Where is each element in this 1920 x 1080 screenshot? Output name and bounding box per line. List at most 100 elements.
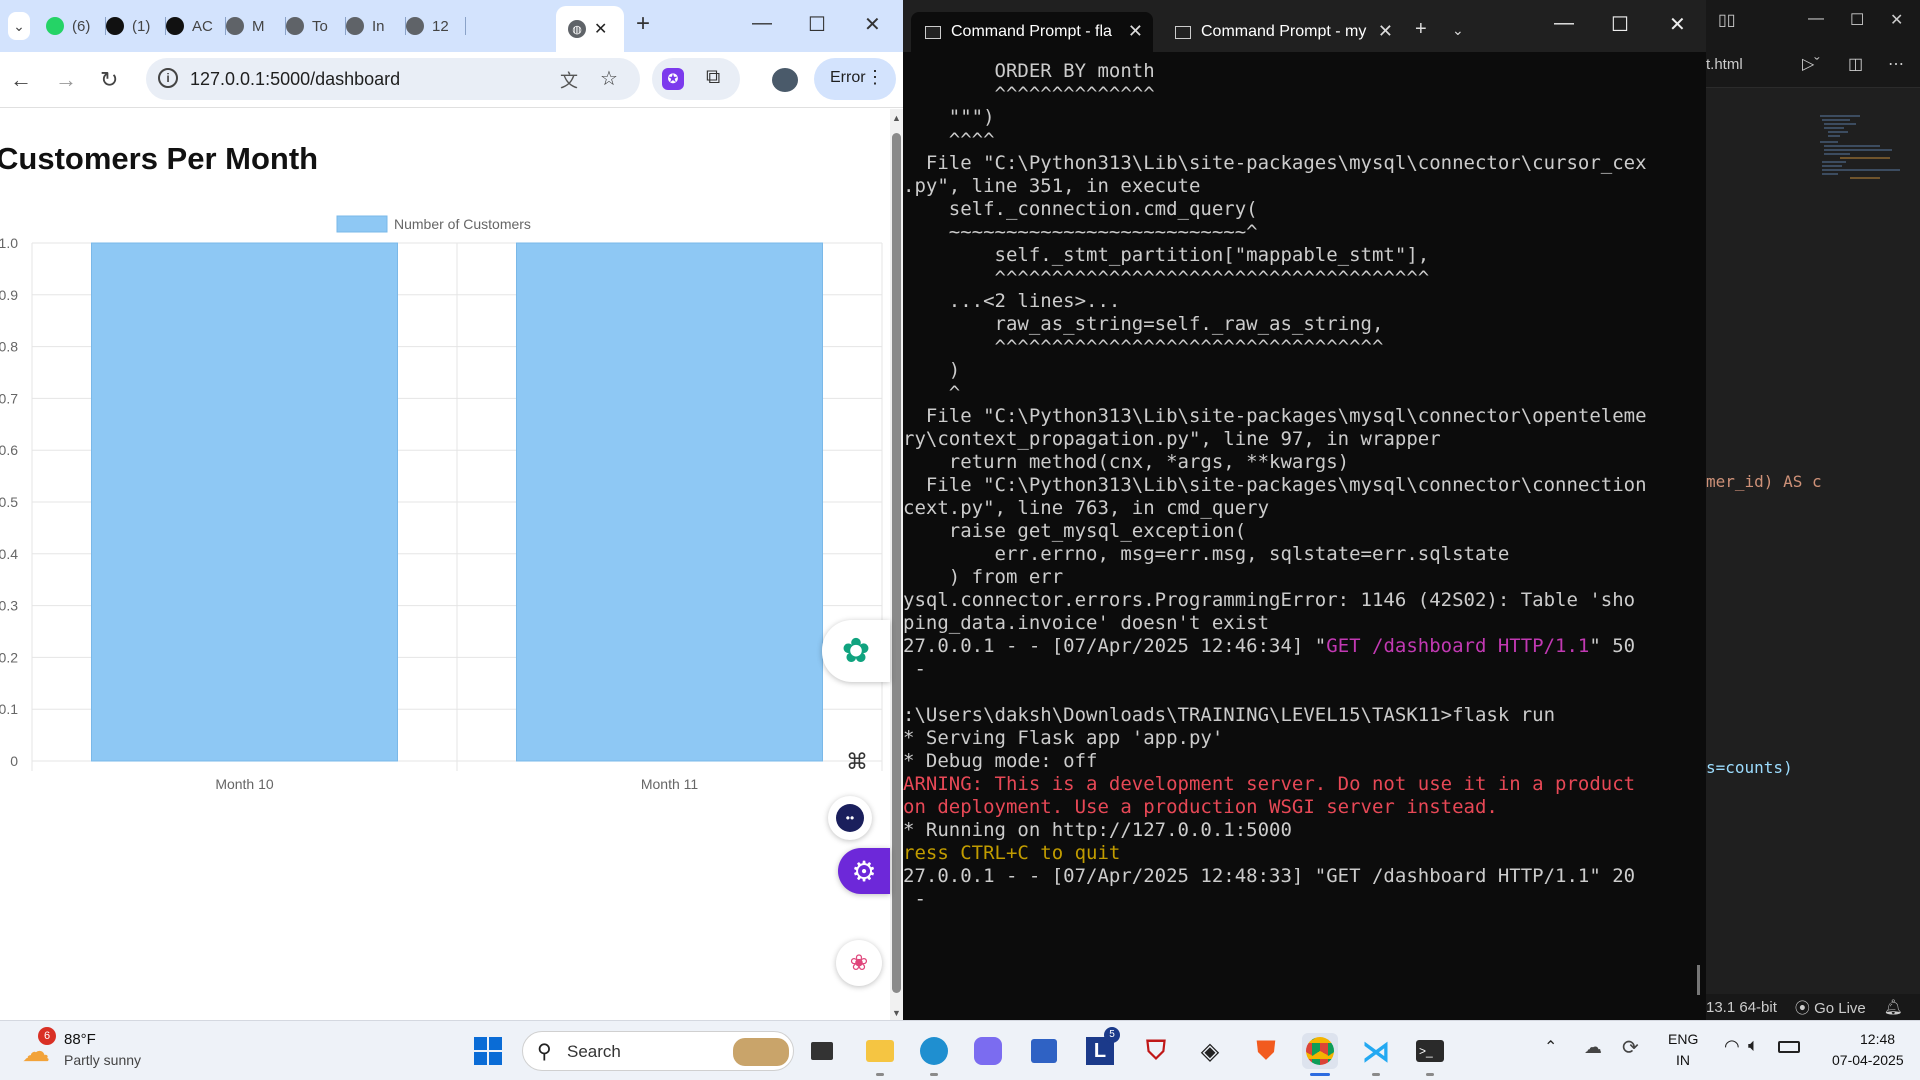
tab-close-icon[interactable]: ✕ xyxy=(1128,21,1143,42)
tab-close-icon[interactable]: ✕ xyxy=(594,19,607,39)
terminal-output[interactable]: ORDER BY month ^^^^^^^^^^^^^^ """) ^^^^ … xyxy=(903,60,1696,911)
back-icon[interactable]: ← xyxy=(10,67,32,93)
go-live-status[interactable]: ⦿ Go Live xyxy=(1795,997,1866,1018)
y-tick-label: 0.7 xyxy=(0,390,18,406)
close-icon[interactable]: ✕ xyxy=(1890,10,1903,30)
maximize-icon[interactable]: ☐ xyxy=(808,12,826,37)
browser-tab[interactable]: 12 xyxy=(406,8,466,44)
log-request: GET /dashboard HTTP/1.1 xyxy=(1326,635,1590,657)
terminal-line: File "C:\Python313\Lib\site-packages\mys… xyxy=(903,405,1647,427)
layout-toggle-icon[interactable]: ▯▯ xyxy=(1718,10,1736,30)
chevron-up-icon[interactable]: ⌃ xyxy=(1544,1037,1557,1057)
terminal-tab-flask[interactable]: Command Prompt - fla ✕ xyxy=(911,12,1153,52)
chrome-button[interactable] xyxy=(1302,1033,1338,1069)
dropbox-button[interactable]: ◈ xyxy=(1192,1033,1228,1069)
edge-button[interactable] xyxy=(916,1033,952,1069)
chatgpt-sidebar-button[interactable]: ✿ xyxy=(822,620,890,682)
scroll-up-icon[interactable]: ▲ xyxy=(892,113,901,123)
reload-icon[interactable]: ↻ xyxy=(100,67,118,93)
terminal-button[interactable]: >_ xyxy=(1412,1033,1448,1069)
chevron-down-icon[interactable]: ⌄ xyxy=(1452,22,1464,39)
shortcut-button[interactable]: ⌘ xyxy=(832,740,882,784)
bookmark-star-icon[interactable]: ☆ xyxy=(600,66,618,91)
terminal-tab-label: Command Prompt - fla xyxy=(951,23,1112,40)
scrollbar-thumb[interactable] xyxy=(892,133,901,993)
browser-tab[interactable]: (6) xyxy=(46,8,106,44)
tab-separator xyxy=(465,17,466,35)
page-scrollbar[interactable]: ▲ ▼ xyxy=(890,109,903,1020)
close-icon[interactable]: ✕ xyxy=(864,12,881,37)
site-info-icon[interactable]: i xyxy=(158,68,178,88)
split-editor-icon[interactable]: ◫ xyxy=(1848,54,1863,74)
vscode-button[interactable]: ⋊ xyxy=(1358,1033,1394,1069)
brave-button[interactable]: ⛊ xyxy=(1248,1033,1284,1069)
file-explorer-button[interactable] xyxy=(862,1033,898,1069)
lockdown-app-button[interactable]: L 5 xyxy=(1082,1027,1120,1069)
brain-ai-button[interactable]: ❀ xyxy=(836,940,882,986)
battery-icon[interactable] xyxy=(1778,1041,1800,1053)
copilot-button[interactable] xyxy=(970,1033,1006,1069)
extension-icon[interactable]: ✪ xyxy=(662,68,684,90)
new-tab-button[interactable]: + xyxy=(636,10,650,38)
translate-icon[interactable]: 文 xyxy=(560,67,578,93)
python-version-status[interactable]: 13.1 64-bit xyxy=(1706,999,1777,1016)
minimize-icon[interactable]: — xyxy=(1808,10,1824,28)
notifications-icon[interactable]: 🔔︎ xyxy=(1884,998,1903,1016)
puzzle-icon[interactable]: ⧉ xyxy=(706,66,720,89)
store-button[interactable] xyxy=(1026,1033,1062,1069)
clock-date: 07-04-2025 xyxy=(1832,1052,1904,1068)
cmd-icon xyxy=(925,25,941,39)
x-tick-label: Month 10 xyxy=(215,776,274,792)
y-tick-label: 0.9 xyxy=(0,287,18,303)
browser-tab[interactable]: In xyxy=(346,8,406,44)
tab-active-dashboard[interactable]: ◍ ✕ xyxy=(556,6,624,52)
terminal-scrollbar[interactable] xyxy=(1697,965,1700,995)
update-error-button[interactable]: Error ⋮ xyxy=(814,58,896,100)
avatar[interactable] xyxy=(772,68,798,92)
minimize-icon[interactable]: — xyxy=(1554,12,1574,35)
address-bar[interactable]: i 127.0.0.1:5000/dashboard 文 ☆ xyxy=(146,58,640,100)
extension-settings-button[interactable]: ⚙ xyxy=(838,848,890,894)
assistant-button[interactable]: •• xyxy=(828,796,872,840)
mcafee-button[interactable]: ⛉ xyxy=(1138,1033,1174,1069)
scroll-down-icon[interactable]: ▼ xyxy=(892,1008,901,1018)
terminal-tab-mysql[interactable]: Command Prompt - my ✕ xyxy=(1161,12,1403,52)
minimize-icon[interactable]: — xyxy=(752,12,772,35)
weather-widget[interactable]: ☁ 6 xyxy=(22,1027,62,1071)
terminal-tab-label: Command Prompt - my xyxy=(1201,23,1367,40)
wifi-icon[interactable]: ◠ xyxy=(1724,1036,1740,1057)
terminal-line: * Running on http://127.0.0.1:5000 xyxy=(903,819,1292,841)
vscode-icon: ⋊ xyxy=(1362,1035,1390,1067)
more-icon[interactable]: ⋯ xyxy=(1888,54,1904,74)
task-view-button[interactable] xyxy=(804,1033,840,1069)
terminal-lines-traceback: ORDER BY month ^^^^^^^^^^^^^^ """) ^^^^ … xyxy=(903,60,1696,635)
maximize-icon[interactable]: ☐ xyxy=(1850,10,1864,30)
browser-tab[interactable]: To xyxy=(286,8,346,44)
browser-tab-label: AC xyxy=(192,17,213,35)
clock-time[interactable]: 12:48 xyxy=(1860,1031,1895,1047)
language-top[interactable]: ENG xyxy=(1668,1031,1698,1047)
search-highlight-image xyxy=(733,1038,789,1066)
start-button[interactable] xyxy=(470,1033,506,1069)
tab-close-icon[interactable]: ✕ xyxy=(1378,21,1393,42)
browser-tab[interactable]: (1) xyxy=(106,8,166,44)
menu-kebab-icon: ⋮ xyxy=(866,67,884,87)
new-tab-icon[interactable]: + xyxy=(1415,18,1427,41)
browser-tab[interactable]: AC xyxy=(166,8,226,44)
mcafee-shield-icon: ⛉ xyxy=(1146,1035,1166,1065)
onedrive-icon[interactable]: ☁ xyxy=(1584,1037,1602,1058)
search-label: Search xyxy=(567,1042,621,1061)
sync-icon[interactable]: ⟳ xyxy=(1622,1035,1639,1060)
browser-tab[interactable]: M xyxy=(226,8,286,44)
run-icon[interactable]: ▷ˇ xyxy=(1802,54,1820,74)
volume-icon[interactable]: 🔈︎ xyxy=(1748,1035,1759,1056)
maximize-icon[interactable]: ☐ xyxy=(1611,12,1629,37)
tab-search-button[interactable]: ⌄ xyxy=(8,12,30,40)
editor-tab-label[interactable]: t.html xyxy=(1706,56,1743,73)
terminal-line: ress CTRL+C to quit xyxy=(903,842,1121,864)
forward-icon[interactable]: → xyxy=(55,67,77,93)
taskbar-search[interactable]: ⚲ Search xyxy=(522,1031,794,1071)
close-icon[interactable]: ✕ xyxy=(1669,12,1686,37)
chrome-toolbar: ← → ↻ i 127.0.0.1:5000/dashboard 文 ☆ ✪ ⧉… xyxy=(0,52,903,108)
terminal-line: ping_data.invoice' doesn't exist xyxy=(903,612,1270,634)
